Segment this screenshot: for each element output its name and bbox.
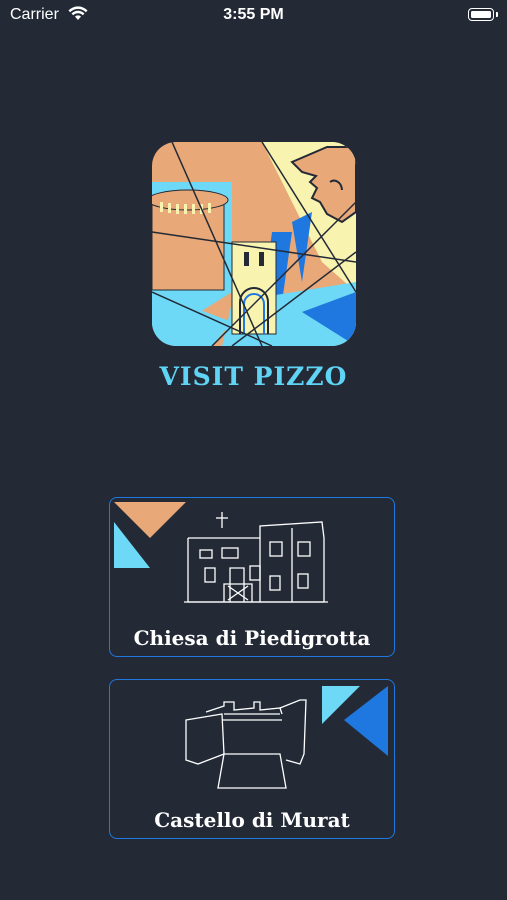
castle-illustration [185,699,307,789]
app-title: VISIT PIZZO [159,362,348,391]
clock: 3:55 PM [223,6,284,23]
piedigrotta-label: Chiesa di Piedigrotta [133,626,371,650]
piedigrotta-card[interactable]: Chiesa di Piedigrotta [109,497,395,657]
castello-card[interactable]: Castello di Murat [109,679,395,839]
battery-icon [468,8,498,21]
church-illustration [184,512,328,603]
corner-triangle-blue [344,686,388,756]
castello-label: Castello di Murat [154,808,350,832]
status-bar: Carrier 3:55 PM [0,0,507,30]
app-logo [152,142,356,346]
corner-triangle-tan [114,502,186,538]
